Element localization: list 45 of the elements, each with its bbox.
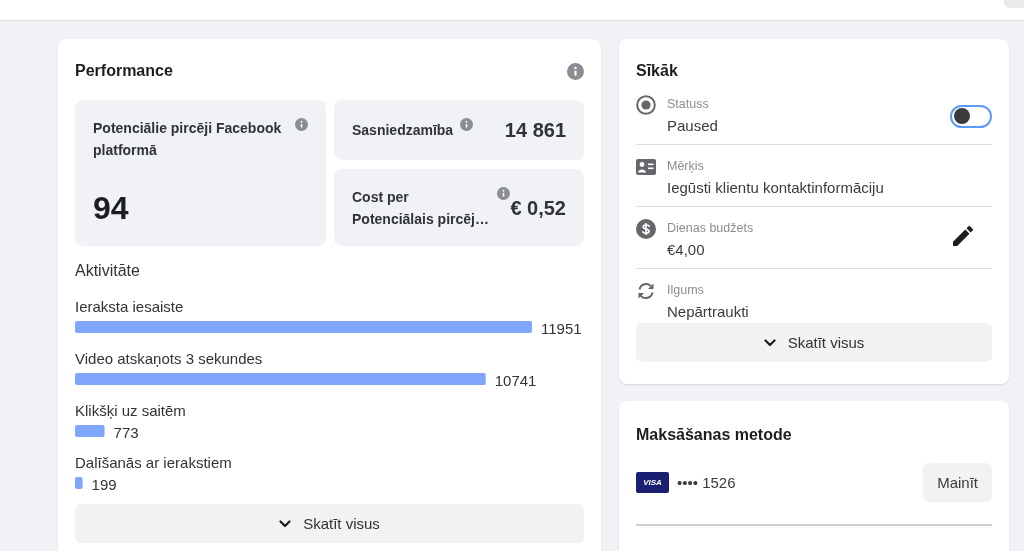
info-icon[interactable] bbox=[295, 118, 308, 131]
change-button[interactable]: Mainīt bbox=[923, 463, 992, 502]
info-icon[interactable] bbox=[497, 187, 511, 200]
field-value: €4,00 bbox=[667, 240, 706, 260]
card-title: Performance bbox=[75, 61, 173, 81]
value-label: 199 bbox=[91, 475, 117, 493]
see-all-button[interactable]: Skatīt visus bbox=[75, 504, 584, 543]
category-label: Klikšķi uz saitēm bbox=[75, 401, 186, 419]
field-value: Nepārtraukti bbox=[667, 302, 749, 322]
field-value: Paused bbox=[667, 116, 718, 136]
metric-value: 94 bbox=[93, 190, 130, 226]
field-label: Mērķis bbox=[667, 158, 705, 174]
metric-value: € 0,52 bbox=[510, 195, 566, 220]
card-brand-logo: VISA bbox=[636, 472, 669, 493]
see-all-button[interactable]: Skatīt visus bbox=[636, 323, 992, 362]
chevron-down-icon bbox=[763, 338, 776, 347]
section-title: Aktivitāte bbox=[75, 261, 141, 281]
refresh-icon bbox=[636, 281, 656, 301]
category-label: Dalīšanās ar ierakstiem bbox=[75, 453, 232, 471]
chevron-down-icon bbox=[279, 519, 292, 528]
radio-icon bbox=[636, 95, 656, 115]
metric-label: Potenciālie pircēji Facebook platformā bbox=[93, 119, 283, 160]
info-icon[interactable] bbox=[460, 118, 474, 131]
metric-label: Sasniedzamība bbox=[352, 121, 454, 140]
bar bbox=[75, 425, 105, 437]
info-icon[interactable] bbox=[567, 62, 584, 80]
value-label: 11951 bbox=[541, 319, 582, 337]
card-title: Maksāšanas metode bbox=[636, 425, 793, 445]
card-number: •••• 1526 bbox=[677, 474, 736, 491]
field-value: Iegūsti klientu kontaktinformāciju bbox=[667, 178, 884, 198]
contact-card-icon bbox=[636, 159, 656, 175]
dollar-icon bbox=[636, 219, 656, 239]
field-label: Statuss bbox=[667, 96, 710, 112]
status-toggle[interactable] bbox=[950, 104, 992, 128]
field-label: Ilgums bbox=[667, 282, 705, 298]
value-label: 773 bbox=[113, 423, 139, 441]
category-label: Video atskaņots 3 sekundes bbox=[75, 349, 263, 367]
bar bbox=[75, 477, 83, 489]
value-label: 10741 bbox=[494, 371, 537, 389]
metric-label: Cost per Potenciālais pircēj… bbox=[352, 187, 490, 229]
card-title: Sīkāk bbox=[636, 61, 679, 81]
category-label: Ieraksta iesaiste bbox=[75, 297, 184, 315]
metric-value: 14 861 bbox=[504, 118, 566, 142]
field-label: Dienas budžets bbox=[667, 220, 754, 236]
pencil-icon[interactable] bbox=[953, 226, 973, 246]
